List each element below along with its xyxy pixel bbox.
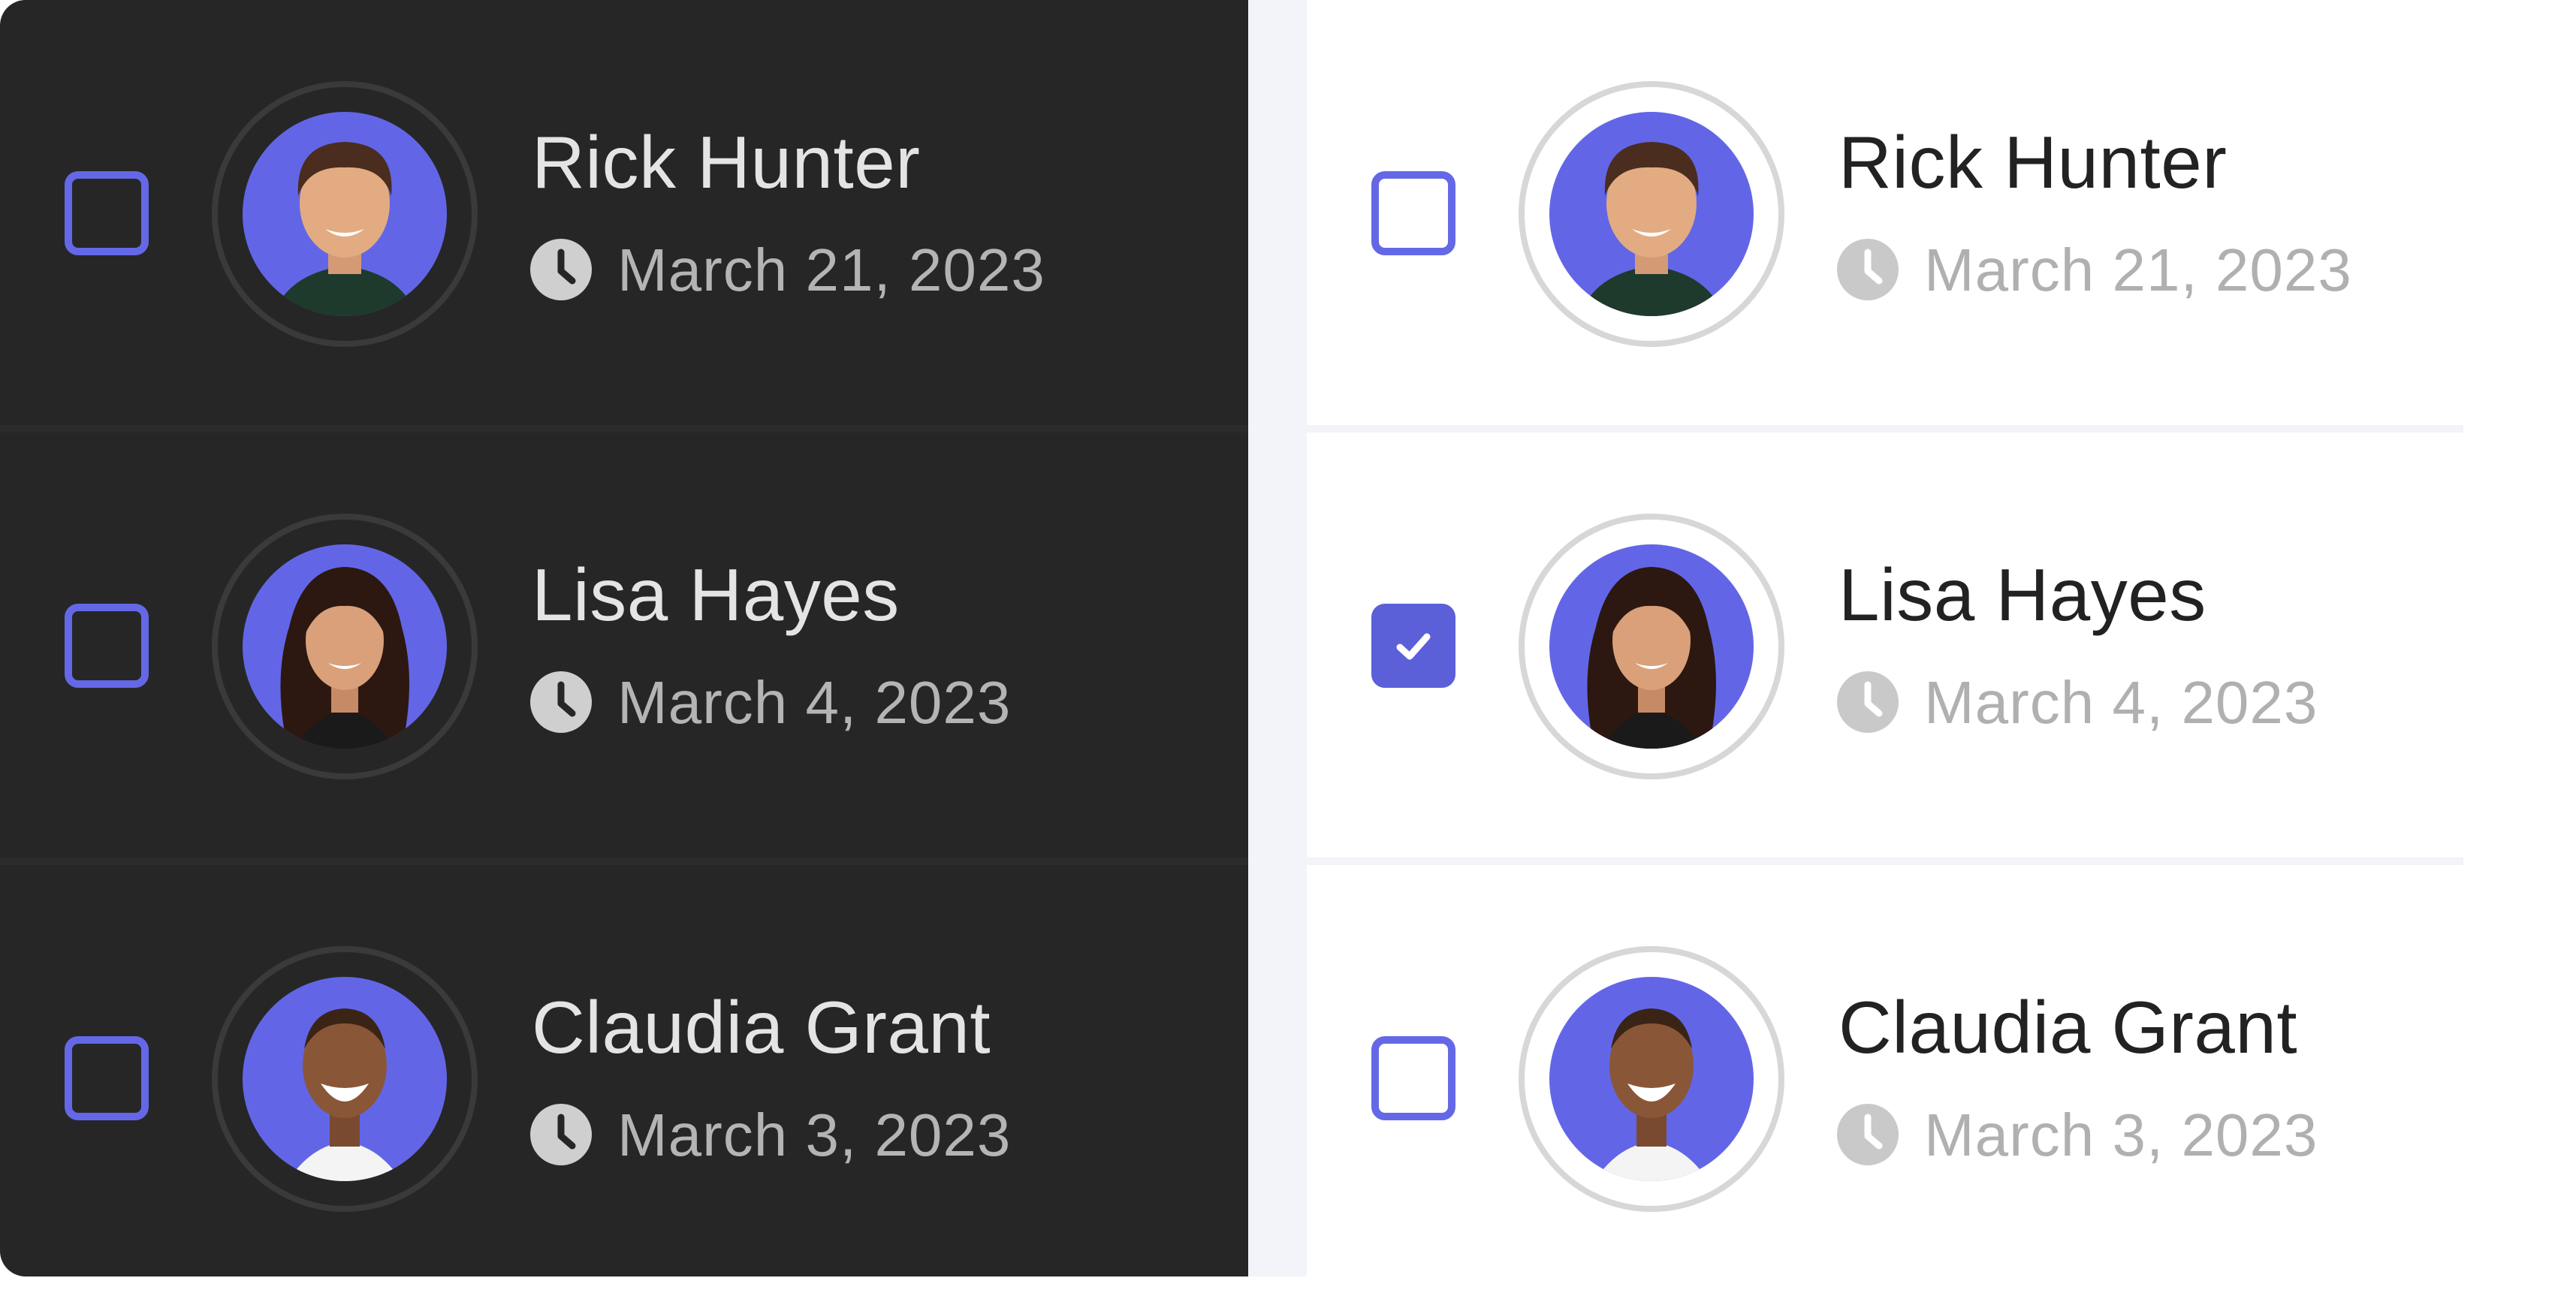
dark-theme-list: Rick Hunter March 21, 2023 Lisa Hayes Ma… xyxy=(0,0,1248,1276)
checkbox[interactable] xyxy=(65,171,149,255)
checkbox[interactable] xyxy=(1371,171,1455,255)
list-item[interactable]: Rick Hunter March 21, 2023 xyxy=(1307,0,2463,425)
date-label: March 21, 2023 xyxy=(617,237,1045,303)
avatar xyxy=(212,514,478,779)
avatar xyxy=(1519,514,1784,779)
date-label: March 3, 2023 xyxy=(1924,1102,2318,1168)
clock-icon xyxy=(1837,239,1899,300)
date-label: March 4, 2023 xyxy=(1924,669,2318,736)
clock-icon xyxy=(1837,671,1899,733)
date-label: March 21, 2023 xyxy=(1924,237,2352,303)
clock-icon xyxy=(530,671,592,733)
checkbox[interactable] xyxy=(65,604,149,688)
list-item[interactable]: Claudia Grant March 3, 2023 xyxy=(1307,865,2463,1290)
divider xyxy=(1307,425,2463,433)
avatar xyxy=(212,946,478,1212)
avatar xyxy=(1519,81,1784,347)
avatar xyxy=(1519,946,1784,1212)
person-name: Lisa Hayes xyxy=(532,553,900,636)
person-name: Rick Hunter xyxy=(532,121,921,203)
clock-icon xyxy=(530,1104,592,1165)
divider xyxy=(1307,857,2463,865)
person-name: Claudia Grant xyxy=(1838,986,2298,1068)
avatar xyxy=(212,81,478,347)
date-label: March 4, 2023 xyxy=(617,669,1012,736)
list-item[interactable]: Lisa Hayes March 4, 2023 xyxy=(0,433,1248,857)
date-label: March 3, 2023 xyxy=(617,1102,1012,1168)
panel-separator xyxy=(1248,0,1307,1276)
clock-icon xyxy=(1837,1104,1899,1165)
divider xyxy=(0,425,1248,433)
list-item[interactable]: Lisa Hayes March 4, 2023 xyxy=(1307,433,2463,857)
checkbox[interactable] xyxy=(65,1036,149,1120)
list-item[interactable]: Rick Hunter March 21, 2023 xyxy=(0,0,1248,425)
checkmark-icon xyxy=(1396,633,1431,660)
person-name: Rick Hunter xyxy=(1838,121,2228,203)
light-theme-list: Rick Hunter March 21, 2023 Lisa Hayes Ma… xyxy=(1307,0,2576,1276)
clock-icon xyxy=(530,239,592,300)
checkbox-checked[interactable] xyxy=(1371,604,1455,688)
checkbox[interactable] xyxy=(1371,1036,1455,1120)
divider xyxy=(0,857,1248,865)
list-item[interactable]: Claudia Grant March 3, 2023 xyxy=(0,865,1248,1290)
person-name: Claudia Grant xyxy=(532,986,991,1068)
person-name: Lisa Hayes xyxy=(1838,553,2206,636)
